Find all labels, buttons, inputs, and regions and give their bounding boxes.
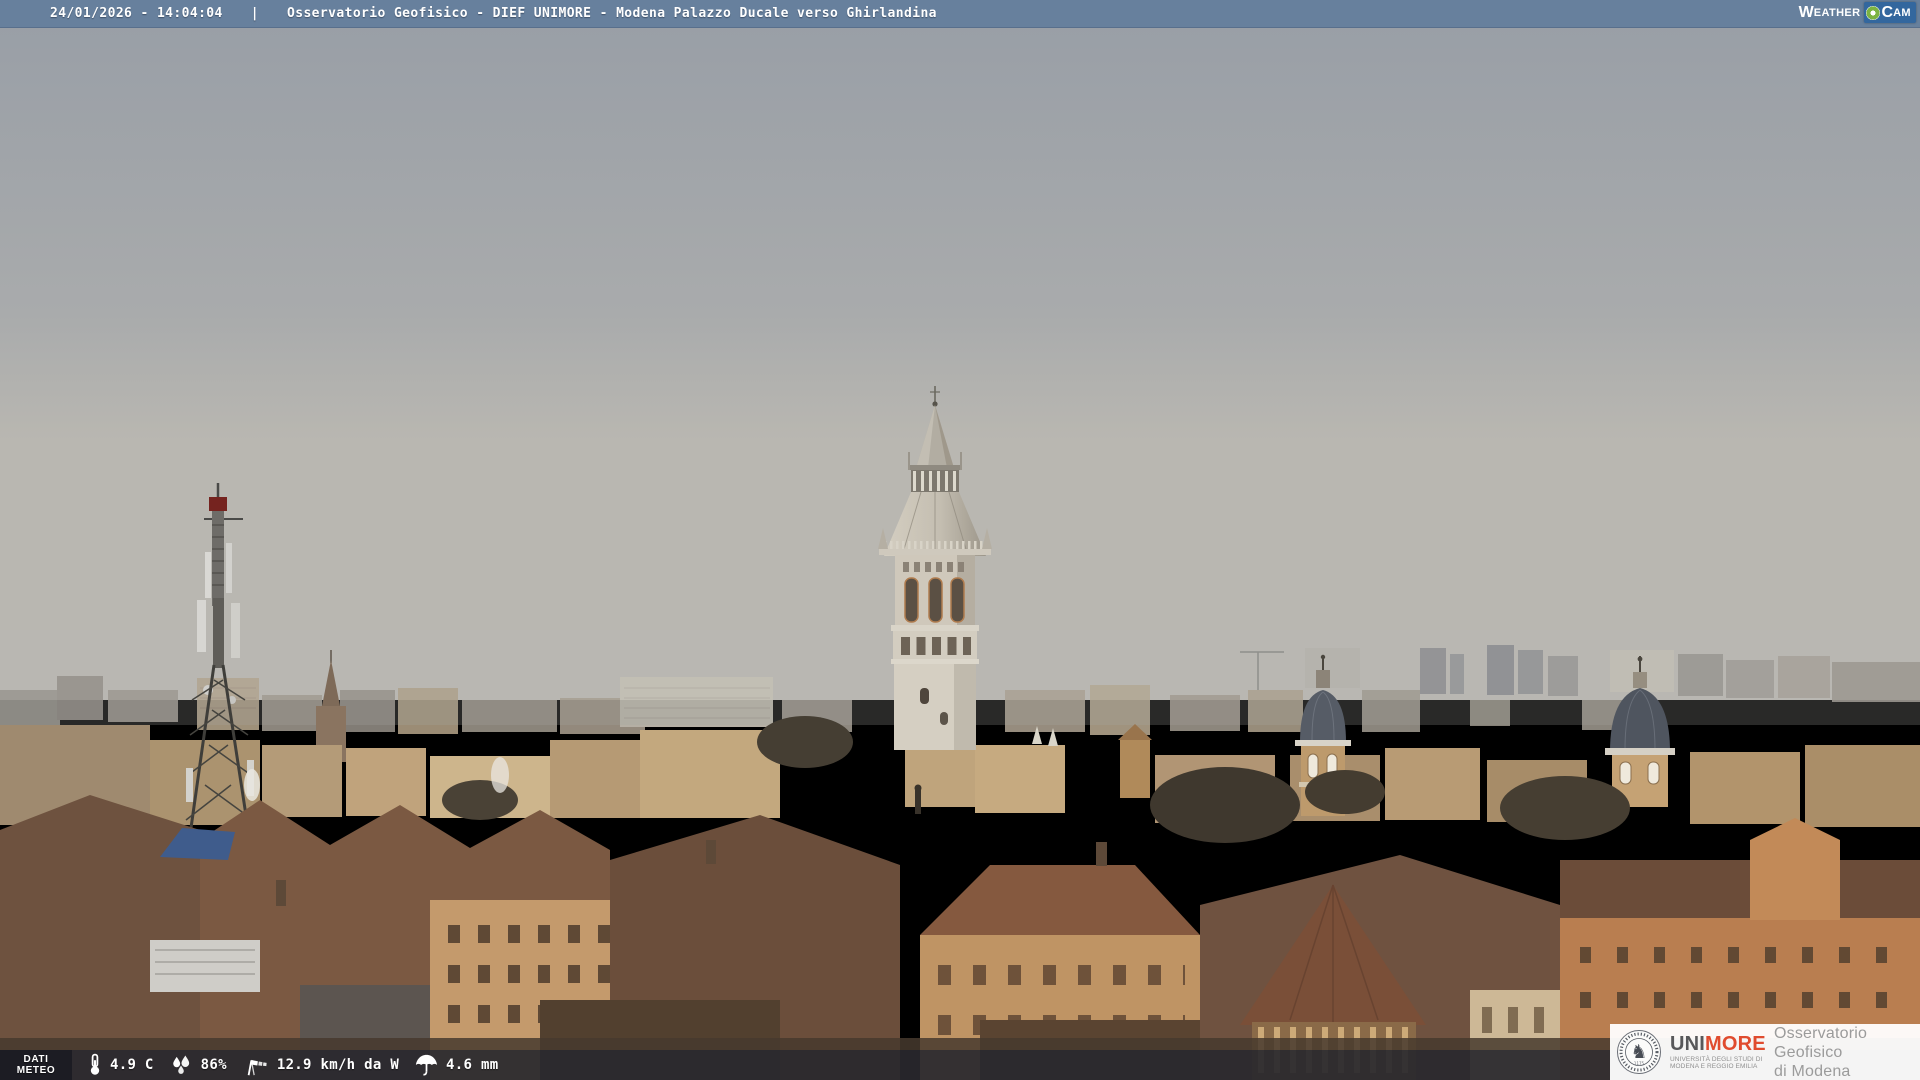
unimore-subtitle-line1: UNIVERSITÀ DEGLI STUDI DI [1670,1055,1763,1063]
observatory-name: Osservatorio Geofisico di Modena [1774,1024,1920,1080]
wind-value: 12.9 km/h da W [276,1057,400,1073]
seal-year: 1175 [1634,1061,1645,1066]
weathercam-weather-initial: W [1798,3,1814,21]
temperature-value: 4.9 C [110,1057,154,1073]
rain-value: 4.6 mm [446,1057,499,1073]
unimore-seal-icon: ♞ 1175 [1617,1030,1661,1074]
rain-icon [415,1054,438,1075]
weathercam-dot-icon [1865,5,1880,20]
wind-icon [247,1059,267,1076]
wind-reading: 12.9 km/h da W [242,1053,399,1077]
dati-meteo-line2: METEO [16,1065,56,1076]
unimore-uni-text: UNI [1670,1032,1706,1055]
thermometer-icon [90,1053,100,1075]
dati-meteo-line1: DATI [23,1054,49,1065]
datetime-text: 24/01/2026 - 14:04:04 [50,6,223,21]
humidity-icon [172,1054,189,1074]
humidity-reading: 86% [169,1054,227,1077]
weathercam-weather-rest: EATHER [1813,6,1861,19]
unimore-more-text: MORE [1705,1032,1766,1055]
unimore-logo-box[interactable]: ♞ 1175 UNIMORE UNIVERSITÀ DEGLI STUDI DI… [1610,1024,1920,1080]
unimore-subtitle-line2: MODENA E REGGIO EMILIA [1670,1063,1758,1070]
unimore-wordmark: UNIMORE UNIVERSITÀ DEGLI STUDI DI MODENA… [1670,1032,1766,1071]
observatory-name-line2: di Modena [1774,1062,1851,1080]
weathercam-cam-initial: C [1881,3,1894,21]
webcam-frame: 24/01/2026 - 14:04:04 | Osservatorio Geo… [0,0,1920,1080]
weathercam-cam-rest: AM [1893,6,1911,19]
seal-knight-glyph: ♞ [1630,1041,1647,1063]
humidity-value: 86% [200,1057,227,1073]
observatory-name-line1: Osservatorio Geofisico [1774,1024,1868,1061]
camera-title: Osservatorio Geofisico - DIEF UNIMORE - … [287,6,937,21]
dati-meteo-label: DATI METEO [0,1050,72,1080]
weathercam-logo[interactable]: W EATHER C AM [1799,2,1916,23]
weathercam-cam-box: C AM [1863,2,1916,23]
rain-reading: 4.6 mm [414,1053,498,1078]
separator: | [250,6,259,21]
top-status-bar: 24/01/2026 - 14:04:04 | Osservatorio Geo… [0,0,1920,28]
temperature-reading: 4.9 C [87,1052,154,1078]
webcam-photo [0,0,1920,1080]
